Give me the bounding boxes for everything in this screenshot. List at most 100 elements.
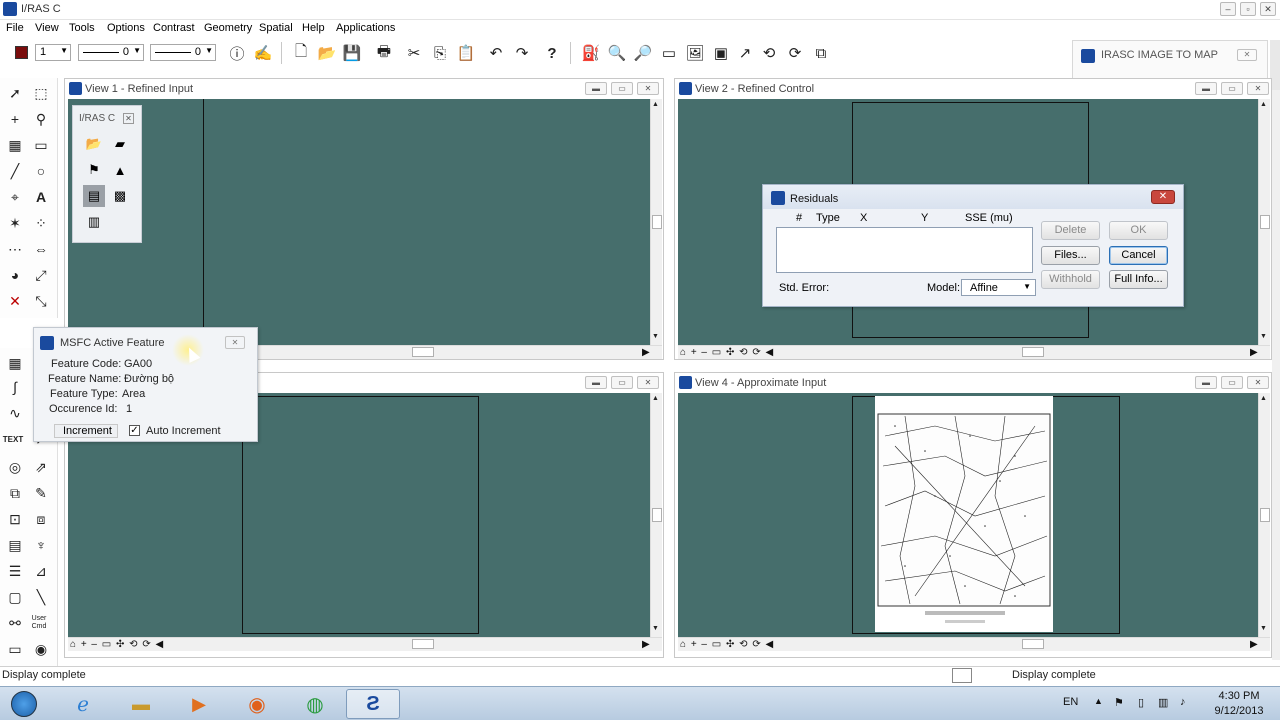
- point-icon[interactable]: +: [4, 108, 26, 130]
- auto-increment-checkbox[interactable]: ✓: [129, 425, 140, 436]
- globe-icon[interactable]: ◕: [4, 264, 26, 286]
- close-button[interactable]: ✕: [1247, 376, 1269, 389]
- grid-select-icon[interactable]: ▦: [4, 134, 26, 156]
- increment-button[interactable]: Increment: [54, 424, 118, 438]
- diagonal-line-icon[interactable]: ╲: [30, 586, 52, 608]
- info-icon[interactable]: ⓘ: [226, 42, 248, 64]
- frame-icon[interactable]: ⊡: [4, 508, 26, 530]
- wave-icon[interactable]: ∿: [4, 402, 26, 424]
- close-button[interactable]: ✕: [1260, 2, 1276, 16]
- zoom-in-icon[interactable]: 🔍: [606, 42, 628, 64]
- taskbar-irasc[interactable]: Ƨ: [346, 689, 400, 719]
- print-icon[interactable]: 🖶: [373, 42, 395, 64]
- undo-icon[interactable]: ↶: [485, 42, 507, 64]
- model-select[interactable]: Affine ▼: [961, 279, 1036, 296]
- volume-icon[interactable]: ♪: [1180, 696, 1186, 708]
- system-clock[interactable]: 4:30 PM 9/12/2013: [1206, 689, 1272, 719]
- close-icon[interactable]: ✕: [225, 336, 245, 349]
- cancel-button[interactable]: Cancel: [1109, 246, 1168, 265]
- line-style-select[interactable]: 0 ▼: [78, 44, 144, 61]
- view-3-nav-bar[interactable]: ⌂ + – ▭ ✣ ⟲ ⟳ ◀ ▶: [68, 637, 662, 651]
- minimize-button[interactable]: –: [1220, 2, 1236, 16]
- taskbar-media-player[interactable]: ▶: [172, 689, 226, 719]
- draw-icon[interactable]: ⇗: [30, 456, 52, 478]
- close-button[interactable]: ✕: [1151, 190, 1175, 204]
- vertical-scrollbar[interactable]: ▲ ▼: [650, 99, 662, 345]
- circle-icon[interactable]: ○: [30, 160, 52, 182]
- residuals-list[interactable]: [776, 227, 1033, 273]
- blank-icon[interactable]: ▭: [4, 638, 26, 660]
- rotate-right-icon[interactable]: ⟳: [784, 42, 806, 64]
- restore-button[interactable]: ▭: [1221, 376, 1243, 389]
- close-icon[interactable]: ✕: [123, 113, 134, 124]
- column-header-y[interactable]: Y: [921, 212, 928, 224]
- view-4-canvas[interactable]: [678, 393, 1258, 637]
- table-icon[interactable]: ▤: [4, 534, 26, 556]
- column-header-sse[interactable]: SSE (mu): [965, 212, 1013, 224]
- window-icon[interactable]: ▢: [4, 586, 26, 608]
- pen-icon[interactable]: ✎: [30, 482, 52, 504]
- light-icon[interactable]: ✶: [4, 212, 26, 234]
- zoom-out-icon[interactable]: 🔎: [632, 42, 654, 64]
- menu-contrast[interactable]: Contrast: [153, 22, 195, 34]
- minimize-button[interactable]: ▬: [1195, 376, 1217, 389]
- rotate-left-icon[interactable]: ⟲: [758, 42, 780, 64]
- open-image-icon[interactable]: 📂: [83, 133, 105, 155]
- target-icon[interactable]: ◎: [4, 456, 26, 478]
- new-file-icon[interactable]: 🗋: [290, 42, 312, 64]
- minimize-button[interactable]: ▬: [585, 82, 607, 95]
- close-button[interactable]: ✕: [1247, 82, 1269, 95]
- register-icon[interactable]: ⚑: [83, 159, 105, 181]
- tile-windows-icon[interactable]: ⧉: [810, 42, 832, 64]
- probe-icon[interactable]: ⚲: [30, 108, 52, 130]
- cut-icon[interactable]: ✂: [403, 42, 425, 64]
- taskbar-file-explorer[interactable]: ▬: [114, 689, 168, 719]
- user-cmd-icon[interactable]: User Cmd: [28, 612, 50, 634]
- close-button[interactable]: ✕: [637, 376, 659, 389]
- show-hidden-icons-icon[interactable]: ▲: [1094, 696, 1103, 706]
- text-tool-icon[interactable]: TEXT: [2, 428, 24, 450]
- fence-select-icon[interactable]: ⬚: [30, 82, 52, 104]
- curve-icon[interactable]: ∫: [4, 376, 26, 398]
- scale-icon[interactable]: ⤡: [30, 290, 52, 312]
- arrow-icon[interactable]: ↗: [734, 42, 756, 64]
- language-indicator[interactable]: EN: [1063, 696, 1078, 708]
- tree-icon[interactable]: ♆: [30, 534, 52, 556]
- film-icon[interactable]: ▥: [83, 211, 105, 233]
- menu-geometry[interactable]: Geometry: [204, 22, 252, 34]
- column-header-type[interactable]: Type: [816, 212, 840, 224]
- open-folder-icon[interactable]: 📂: [316, 42, 338, 64]
- menu-help[interactable]: Help: [302, 22, 325, 34]
- fit-view-icon[interactable]: ▭: [658, 42, 680, 64]
- rectangle-icon[interactable]: ▭: [30, 134, 52, 156]
- weight-select[interactable]: 1 ▼: [35, 44, 71, 61]
- view-2-nav-bar[interactable]: ⌂ + – ▭ ✣ ⟲ ⟳ ◀ ▶: [678, 345, 1270, 359]
- column-header-number[interactable]: #: [796, 212, 802, 224]
- vertical-scrollbar[interactable]: ▲ ▼: [650, 393, 662, 637]
- text-icon[interactable]: A: [30, 186, 52, 208]
- menu-spatial[interactable]: Spatial: [259, 22, 293, 34]
- redo-icon[interactable]: ↷: [511, 42, 533, 64]
- vertical-scrollbar[interactable]: ▲ ▼: [1258, 393, 1270, 637]
- menu-view[interactable]: View: [35, 22, 59, 34]
- menu-applications[interactable]: Applications: [336, 22, 395, 34]
- start-button[interactable]: [2, 689, 46, 719]
- column-header-x[interactable]: X: [860, 212, 867, 224]
- restore-button[interactable]: ▭: [611, 82, 633, 95]
- full-info-button[interactable]: Full Info...: [1109, 270, 1168, 289]
- fill-icon[interactable]: ⛽: [580, 42, 602, 64]
- grid-icon[interactable]: ▦: [4, 352, 26, 374]
- image-icon[interactable]: 🖼: [684, 42, 706, 64]
- withhold-button[interactable]: Withhold: [1041, 270, 1100, 289]
- paste-icon[interactable]: 📋: [455, 42, 477, 64]
- restore-button[interactable]: ▭: [1221, 82, 1243, 95]
- select-arrow-icon[interactable]: ➚: [4, 82, 26, 104]
- scatter-icon[interactable]: ⁘: [30, 212, 52, 234]
- copy-shape-icon[interactable]: ⧉: [4, 482, 26, 504]
- line-icon[interactable]: ╱: [4, 160, 26, 182]
- transform-icon[interactable]: ⤢: [30, 264, 52, 286]
- zoom-to-selection-icon[interactable]: ▣: [710, 42, 732, 64]
- vertical-scrollbar[interactable]: ▲ ▼: [1258, 99, 1270, 345]
- view-4-nav-bar[interactable]: ⌂ + – ▭ ✣ ⟲ ⟳ ◀ ▶: [678, 637, 1270, 651]
- layers-icon[interactable]: ☰: [4, 560, 26, 582]
